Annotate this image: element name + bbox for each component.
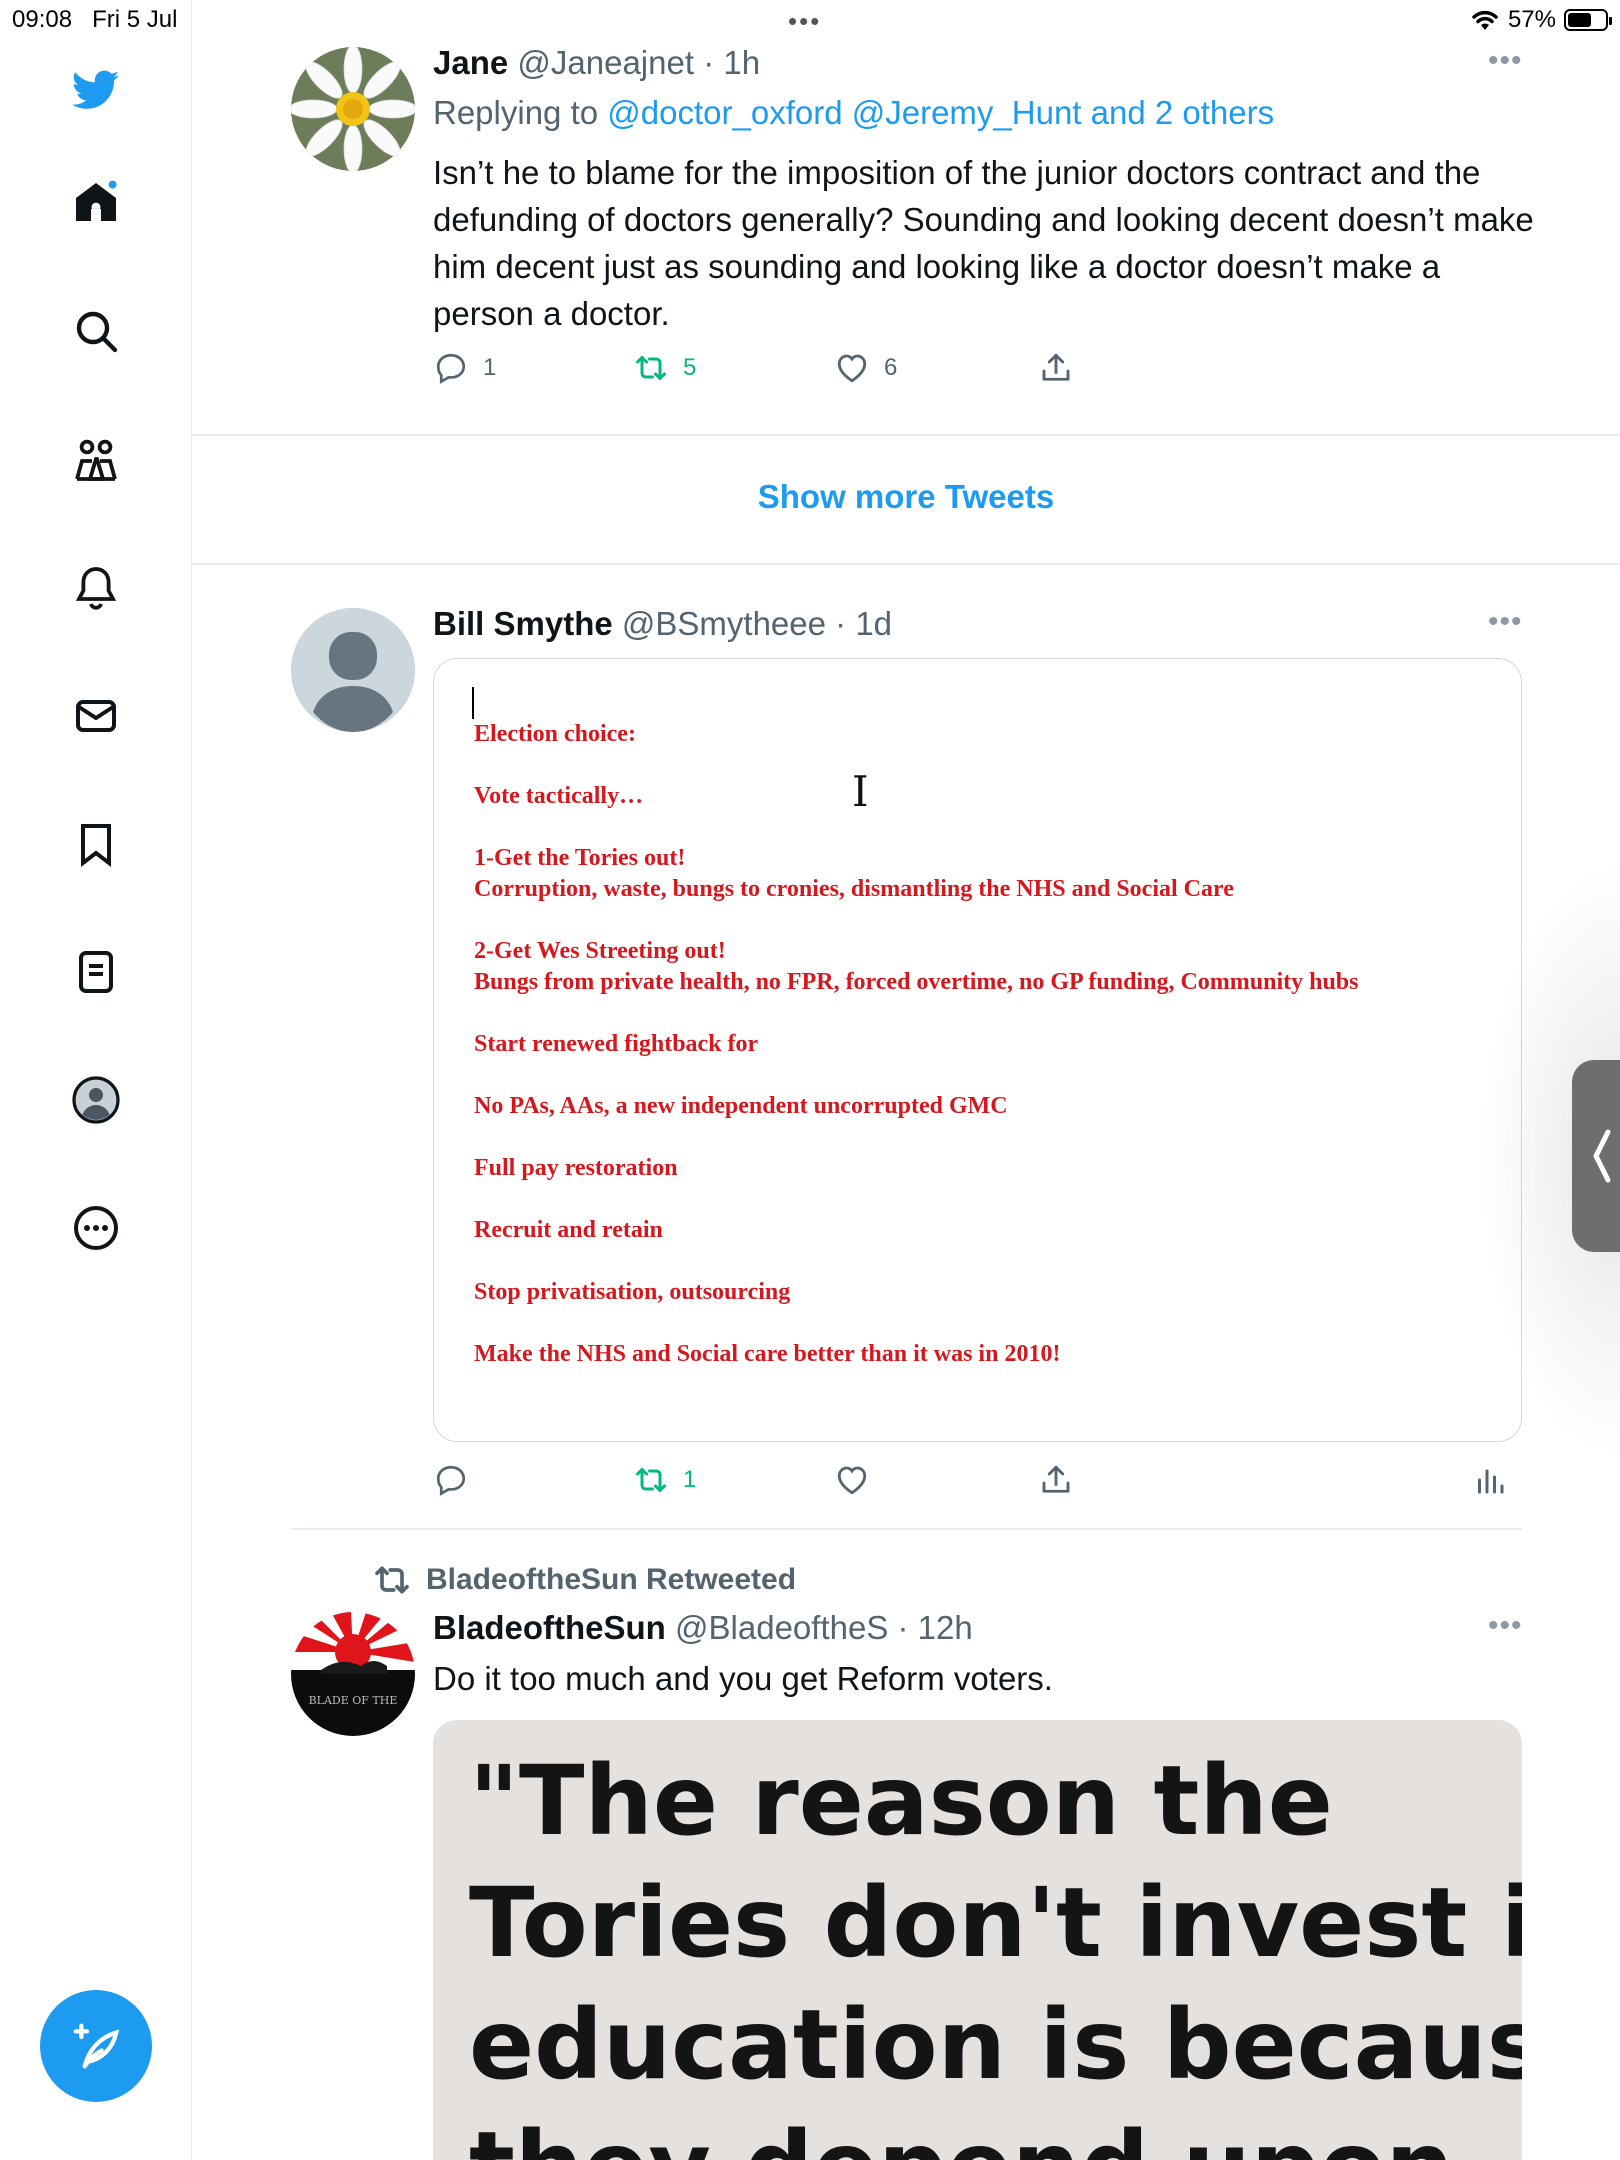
image-text-line: Tories don't invest in bbox=[469, 1867, 1522, 1979]
tweet-image[interactable]: "The reason the Tories don't invest in e… bbox=[433, 1720, 1522, 2160]
home-icon[interactable] bbox=[70, 176, 122, 228]
retweet-count: 5 bbox=[683, 354, 697, 381]
share-button[interactable] bbox=[1038, 350, 1074, 386]
author-name[interactable]: Jane bbox=[433, 44, 508, 81]
show-more-tweets-link[interactable]: Show more Tweets bbox=[192, 478, 1620, 516]
profile-icon[interactable] bbox=[70, 1074, 122, 1126]
more-icon[interactable] bbox=[70, 1202, 122, 1254]
heart-icon bbox=[837, 1466, 867, 1495]
reply-button[interactable]: 1 bbox=[433, 350, 496, 386]
notifications-icon[interactable] bbox=[70, 562, 122, 614]
reply-icon bbox=[436, 1465, 466, 1496]
card-line-gap bbox=[474, 812, 1359, 843]
card-line: Corruption, waste, bungs to cronies, dis… bbox=[474, 876, 1234, 902]
tweet-time[interactable]: · 12h bbox=[898, 1609, 973, 1646]
image-text-line: they depend upon bbox=[469, 2106, 1522, 2160]
tweet-more-icon[interactable]: ••• bbox=[1488, 605, 1523, 639]
retweet-icon bbox=[636, 356, 666, 380]
card-line: Vote tactically… bbox=[474, 783, 644, 809]
card-line: Election choice: bbox=[474, 721, 636, 747]
heart-icon bbox=[837, 354, 867, 383]
card-line-gap bbox=[474, 1060, 1359, 1091]
lists-icon[interactable] bbox=[70, 946, 122, 998]
card-line-gap bbox=[474, 1246, 1359, 1277]
author-name[interactable]: BladeoftheSun bbox=[433, 1609, 666, 1646]
slide-over-handle[interactable] bbox=[1572, 1060, 1620, 1252]
tweet-time[interactable]: · 1d bbox=[835, 605, 892, 642]
text-cursor bbox=[472, 687, 474, 719]
retweet-small-icon bbox=[375, 1566, 409, 1594]
card-line: Start renewed fightback for bbox=[474, 1031, 759, 1057]
retweeted-by-label: BladeoftheSun Retweeted bbox=[426, 1563, 797, 1596]
retweet-count: 1 bbox=[683, 1466, 697, 1493]
tweet-more-icon[interactable]: ••• bbox=[1488, 44, 1523, 78]
card-line: 2-Get Wes Streeting out! bbox=[474, 938, 726, 964]
replying-to-users[interactable]: @doctor_oxford @Jeremy_Hunt and 2 others bbox=[607, 94, 1274, 131]
retweet-button[interactable]: 5 bbox=[633, 350, 696, 386]
compose-tweet-icon bbox=[73, 2023, 120, 2069]
retweeted-by[interactable]: BladeoftheSun Retweeted bbox=[372, 1560, 796, 1600]
bookmarks-icon[interactable] bbox=[70, 818, 122, 870]
avatar-jane[interactable] bbox=[291, 47, 415, 171]
card-line: Full pay restoration bbox=[474, 1155, 678, 1181]
twitter-logo-icon[interactable] bbox=[70, 64, 122, 116]
card-line: Make the NHS and Social care better than… bbox=[474, 1341, 1061, 1367]
card-line-gap bbox=[474, 905, 1359, 936]
reply-icon bbox=[436, 353, 466, 384]
analytics-icon bbox=[1478, 1469, 1504, 1494]
tweet-text: Do it too much and you get Reform voters… bbox=[433, 1660, 1053, 1697]
sidebar bbox=[0, 0, 192, 2160]
search-icon[interactable] bbox=[70, 305, 122, 357]
card-line-gap bbox=[474, 1122, 1359, 1153]
card-line-gap bbox=[474, 1184, 1359, 1215]
tweet-header: Bill Smythe @BSmytheee · 1d bbox=[433, 605, 892, 643]
tweet-text: Isn’t he to blame for the imposition of … bbox=[433, 154, 1534, 332]
tweet-time[interactable]: · 1h bbox=[703, 44, 760, 81]
communities-icon[interactable] bbox=[70, 434, 122, 486]
image-text-line: "The reason the bbox=[469, 1745, 1333, 1857]
card-line: Recruit and retain bbox=[474, 1217, 663, 1243]
retweet-icon bbox=[636, 1468, 666, 1492]
analytics-button[interactable] bbox=[1472, 1462, 1508, 1498]
card-line-gap bbox=[474, 750, 1359, 781]
card-line-gap bbox=[474, 998, 1359, 1029]
messages-icon[interactable] bbox=[70, 690, 122, 742]
divider bbox=[192, 563, 1620, 565]
like-button[interactable] bbox=[834, 1462, 884, 1498]
avatar-logo-text: BLADE OF THE bbox=[309, 1694, 398, 1707]
card-line: Bungs from private health, no FPR, force… bbox=[474, 969, 1359, 995]
retweet-button[interactable]: 1 bbox=[633, 1462, 696, 1498]
like-count: 6 bbox=[884, 354, 898, 381]
reply-count: 1 bbox=[483, 354, 497, 381]
image-text: "The reason the Tories don't invest in e… bbox=[469, 1740, 1522, 2160]
card-line-gap bbox=[474, 1308, 1359, 1339]
author-handle[interactable]: @BSmytheee bbox=[622, 605, 826, 642]
share-icon bbox=[1042, 353, 1070, 381]
reply-button[interactable] bbox=[433, 1462, 483, 1498]
image-text-line: education is because bbox=[469, 1989, 1522, 2101]
timeline: Jane @Janeajnet · 1h ••• Replying to @do… bbox=[192, 0, 1620, 2160]
tweet-header: BladeoftheSun @BladeoftheS · 12h bbox=[433, 1609, 973, 1647]
card-line: No PAs, AAs, a new independent uncorrupt… bbox=[474, 1093, 1008, 1119]
card-text: Election choice: Vote tactically… 1-Get th… bbox=[474, 719, 1359, 1370]
avatar-bill-smythe[interactable] bbox=[291, 608, 415, 732]
chevron-left-icon bbox=[1593, 1129, 1611, 1183]
tweet-more-icon[interactable]: ••• bbox=[1488, 1609, 1523, 1643]
author-handle[interactable]: @BladeoftheS bbox=[675, 1609, 888, 1646]
divider bbox=[192, 434, 1620, 436]
share-icon bbox=[1042, 1465, 1070, 1493]
tweet-header: Jane @Janeajnet · 1h bbox=[433, 44, 760, 82]
divider bbox=[291, 1528, 1522, 1530]
compose-tweet-button[interactable] bbox=[40, 1990, 152, 2102]
author-handle[interactable]: @Janeajnet bbox=[517, 44, 694, 81]
replying-to-label: Replying to bbox=[433, 94, 599, 131]
replying-to: Replying to @doctor_oxford @Jeremy_Hunt … bbox=[433, 94, 1274, 132]
card-line: 1-Get the Tories out! bbox=[474, 845, 686, 871]
share-button[interactable] bbox=[1038, 1462, 1074, 1498]
tweet-image-card[interactable]: I Election choice: Vote tactically… 1-Get … bbox=[433, 658, 1522, 1442]
like-button[interactable]: 6 bbox=[834, 350, 897, 386]
author-name[interactable]: Bill Smythe bbox=[433, 605, 613, 642]
avatar-bladeofthesun[interactable]: BLADE OF THE bbox=[291, 1612, 415, 1736]
card-line: Stop privatisation, outsourcing bbox=[474, 1279, 791, 1305]
